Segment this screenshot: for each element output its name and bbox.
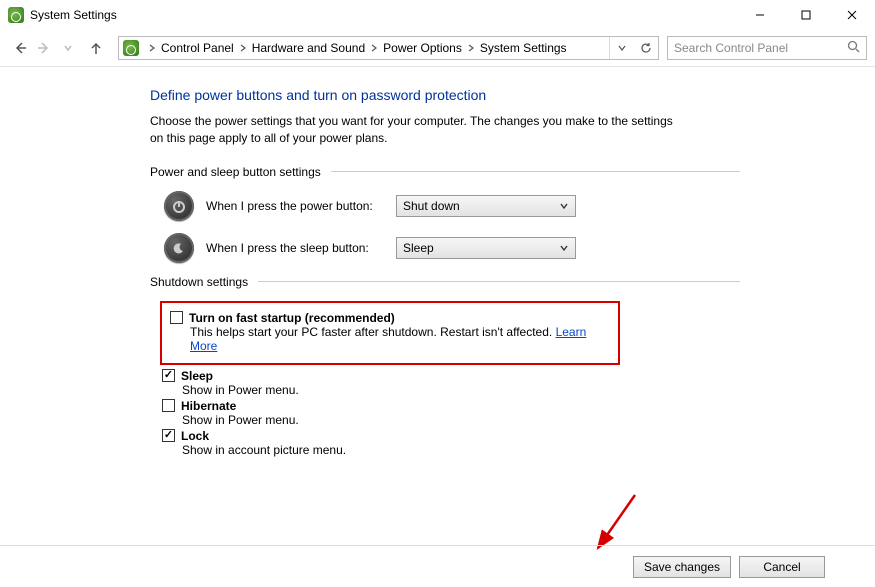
cancel-button[interactable]: Cancel xyxy=(739,556,825,578)
address-bar[interactable]: Control Panel Hardware and Sound Power O… xyxy=(118,36,659,60)
power-icon xyxy=(164,191,194,221)
lock-option-desc: Show in account picture menu. xyxy=(182,443,740,457)
page-description: Choose the power settings that you want … xyxy=(150,113,680,147)
chevron-right-icon[interactable] xyxy=(367,43,381,53)
close-button[interactable] xyxy=(829,0,875,30)
up-button[interactable] xyxy=(84,36,108,60)
hibernate-option-label: Hibernate xyxy=(181,399,236,413)
breadcrumb-item[interactable]: Control Panel xyxy=(159,41,236,55)
minimize-button[interactable] xyxy=(737,0,783,30)
nav-bar: Control Panel Hardware and Sound Power O… xyxy=(0,32,875,64)
chevron-right-icon[interactable] xyxy=(464,43,478,53)
section-power-sleep: Power and sleep button settings xyxy=(150,165,740,179)
app-icon xyxy=(8,7,24,23)
power-button-label: When I press the power button: xyxy=(206,199,396,213)
sleep-button-label: When I press the sleep button: xyxy=(206,241,396,255)
chevron-down-icon xyxy=(559,241,569,255)
footer: Save changes Cancel xyxy=(0,545,875,587)
sleep-button-select[interactable]: Sleep xyxy=(396,237,576,259)
hibernate-option-desc: Show in Power menu. xyxy=(182,413,740,427)
chevron-down-icon xyxy=(559,199,569,213)
breadcrumb-item[interactable]: Hardware and Sound xyxy=(250,41,367,55)
recent-dropdown[interactable] xyxy=(56,36,80,60)
power-button-select[interactable]: Shut down xyxy=(396,195,576,217)
breadcrumb-item[interactable]: System Settings xyxy=(478,41,569,55)
history-dropdown-icon[interactable] xyxy=(610,37,634,59)
search-input[interactable]: Search Control Panel xyxy=(667,36,867,60)
sleep-option-desc: Show in Power menu. xyxy=(182,383,740,397)
content-pane: Define power buttons and turn on passwor… xyxy=(0,67,740,457)
fast-startup-label: Turn on fast startup (recommended) xyxy=(189,311,395,325)
highlight-box: Turn on fast startup (recommended) This … xyxy=(160,301,620,365)
back-button[interactable] xyxy=(8,36,32,60)
fast-startup-checkbox[interactable] xyxy=(170,311,183,324)
breadcrumb-item[interactable]: Power Options xyxy=(381,41,464,55)
forward-button[interactable] xyxy=(32,36,56,60)
window-title: System Settings xyxy=(30,8,117,22)
maximize-button[interactable] xyxy=(783,0,829,30)
title-bar: System Settings xyxy=(0,0,875,30)
lock-option-label: Lock xyxy=(181,429,209,443)
lock-checkbox[interactable] xyxy=(162,429,175,442)
sleep-checkbox[interactable] xyxy=(162,369,175,382)
search-icon xyxy=(847,40,860,56)
refresh-icon[interactable] xyxy=(634,37,658,59)
search-placeholder: Search Control Panel xyxy=(674,41,788,55)
chevron-right-icon[interactable] xyxy=(236,43,250,53)
fast-startup-desc: This helps start your PC faster after sh… xyxy=(190,325,556,339)
section-shutdown: Shutdown settings xyxy=(150,275,740,289)
page-heading: Define power buttons and turn on passwor… xyxy=(150,87,740,103)
chevron-right-icon[interactable] xyxy=(145,43,159,53)
sleep-option-label: Sleep xyxy=(181,369,213,383)
hibernate-checkbox[interactable] xyxy=(162,399,175,412)
location-icon xyxy=(123,40,139,56)
sleep-icon xyxy=(164,233,194,263)
save-changes-button[interactable]: Save changes xyxy=(633,556,731,578)
